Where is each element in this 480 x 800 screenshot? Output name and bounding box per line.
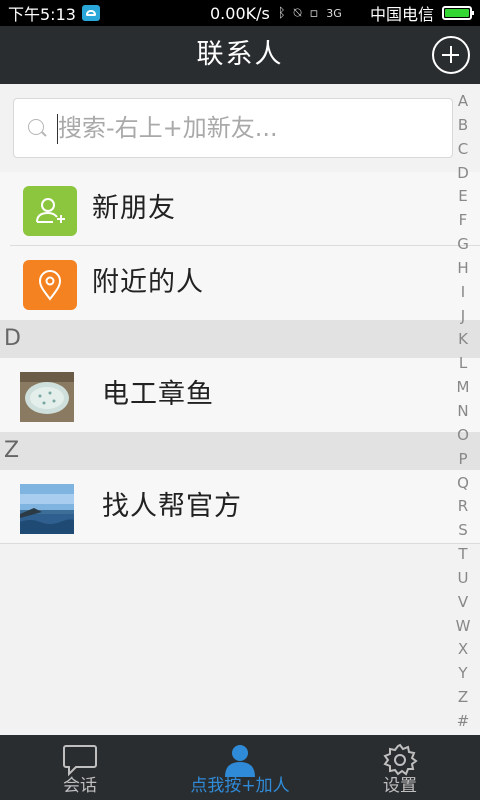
signal-icon: 3G <box>326 6 342 20</box>
index-letter[interactable]: D <box>457 164 469 182</box>
status-bar: 下午5:13 0.00K/s ᛒ ⍉ ▫ 3G 中国电信 <box>0 0 480 26</box>
contact-item[interactable]: 电工章鱼 <box>0 358 480 432</box>
page-title: 联系人 <box>196 39 284 70</box>
index-letter[interactable]: S <box>458 521 468 539</box>
status-time: 下午5:13 <box>8 5 76 24</box>
index-letter[interactable]: P <box>458 450 467 468</box>
index-letter[interactable]: Y <box>458 664 467 682</box>
contact-avatar-photo <box>20 372 74 422</box>
index-letter[interactable]: R <box>458 497 468 515</box>
new-friends-item[interactable]: 新朋友 <box>0 172 480 246</box>
tab-contacts[interactable]: 点我按+加人 <box>160 735 320 800</box>
section-header-z: Z <box>0 432 480 470</box>
index-letter[interactable]: L <box>459 354 467 372</box>
index-letter[interactable]: G <box>457 235 469 253</box>
tab-label: 点我按+加人 <box>190 776 290 796</box>
alphabet-index[interactable]: A B C D E F G H I J K L M N O P Q R S T U V W X Y Z # <box>452 92 474 730</box>
tab-label: 设置 <box>383 776 417 796</box>
carrier-name: 中国电信 <box>369 5 434 24</box>
search-icon <box>28 119 44 135</box>
index-letter[interactable]: N <box>457 402 468 420</box>
battery-icon <box>442 6 474 20</box>
index-letter[interactable]: J <box>461 307 465 325</box>
add-person-icon <box>23 186 77 236</box>
tab-conversations[interactable]: 会话 <box>0 735 160 800</box>
index-letter[interactable]: A <box>458 92 468 110</box>
title-bar: 联系人 <box>0 26 480 84</box>
index-letter[interactable]: F <box>459 211 468 229</box>
battery-fill <box>445 9 469 17</box>
index-letter[interactable]: W <box>456 617 471 635</box>
nearby-people-label: 附近的人 <box>92 267 204 298</box>
index-letter[interactable]: K <box>458 330 468 348</box>
index-letter[interactable]: V <box>458 593 468 611</box>
index-letter[interactable]: M <box>457 378 470 396</box>
section-header-d: D <box>0 320 480 358</box>
lock-icon: ▫ <box>309 5 319 21</box>
tab-settings[interactable]: 设置 <box>320 735 480 800</box>
new-friends-label: 新朋友 <box>92 193 176 224</box>
index-letter[interactable]: H <box>457 259 468 277</box>
search-area <box>0 84 480 172</box>
index-letter[interactable]: Q <box>457 474 469 492</box>
index-letter[interactable]: # <box>457 712 470 730</box>
contact-avatar-photo <box>20 484 74 534</box>
bluetooth-icon: ᛒ <box>277 5 286 21</box>
index-letter[interactable]: C <box>458 140 468 158</box>
network-speed: 0.00K/s <box>210 3 270 23</box>
index-letter[interactable]: B <box>458 116 468 134</box>
tab-label: 会话 <box>63 776 97 796</box>
index-letter[interactable]: U <box>458 569 469 587</box>
add-contact-button[interactable] <box>432 36 470 74</box>
nearby-people-item[interactable]: 附近的人 <box>0 246 480 320</box>
search-box[interactable] <box>13 98 453 158</box>
index-letter[interactable]: E <box>458 187 467 205</box>
alarm-off-icon: ⍉ <box>293 5 302 21</box>
contact-name: 找人帮官方 <box>102 491 242 522</box>
contact-list: 新朋友 附近的人 D 电工章鱼 Z 找人帮官方 <box>0 172 480 544</box>
contact-name: 电工章鱼 <box>102 379 214 410</box>
location-pin-icon <box>23 260 77 310</box>
index-letter[interactable]: Z <box>458 688 468 706</box>
search-input[interactable] <box>58 99 438 157</box>
contact-item[interactable]: 找人帮官方 <box>0 470 480 544</box>
index-letter[interactable]: I <box>461 283 465 301</box>
index-letter[interactable]: T <box>458 545 467 563</box>
bottom-tab-bar: 会话 点我按+加人 设置 <box>0 735 480 800</box>
index-letter[interactable]: X <box>458 640 468 658</box>
cloud-notification-icon <box>81 5 100 21</box>
index-letter[interactable]: O <box>457 426 469 444</box>
